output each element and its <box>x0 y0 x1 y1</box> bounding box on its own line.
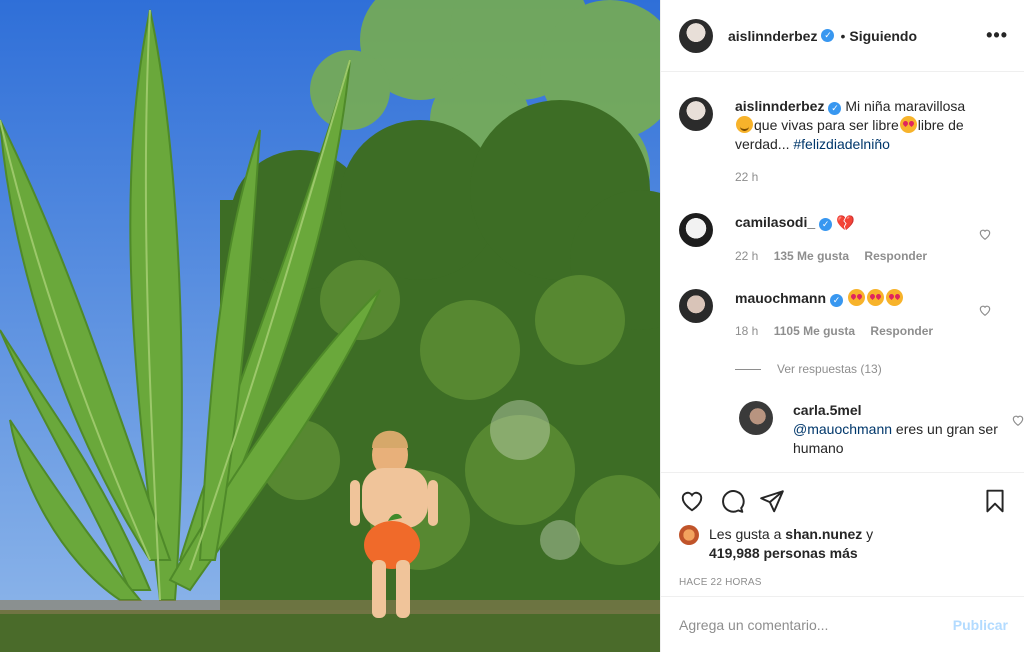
likes-count[interactable]: 419,988 personas más <box>709 545 858 561</box>
caption-text-2: que vivas para ser libre <box>754 117 899 133</box>
reply-button[interactable]: Responder <box>870 324 933 338</box>
more-horizontal-icon[interactable]: ••• <box>986 25 1008 46</box>
header-text: aislinnderbez ✓ • Siguiendo <box>728 28 917 44</box>
post-header: aislinnderbez ✓ • Siguiendo ••• <box>661 0 1024 72</box>
heart-eyes-emoji-icon <box>847 289 865 306</box>
view-replies-button[interactable]: Ver respuestas (13) <box>735 362 882 376</box>
heart-icon[interactable] <box>679 488 705 514</box>
replies-divider-line <box>735 368 761 370</box>
publish-button[interactable]: Publicar <box>953 617 1008 633</box>
smiling-face-emoji-icon <box>736 116 753 133</box>
caption: aislinnderbez ✓ Mi niña maravillosa que v… <box>679 97 1008 184</box>
caption-author-avatar[interactable] <box>679 97 713 131</box>
likes-conj: y <box>862 526 874 542</box>
commenter-avatar[interactable] <box>679 213 713 247</box>
bookmark-icon[interactable] <box>982 488 1008 514</box>
likes-summary: Les gusta a shan.nunez y 419,988 persona… <box>679 525 1008 563</box>
reply-author-avatar[interactable] <box>739 401 773 435</box>
post-photo[interactable] <box>0 0 660 652</box>
mention-link[interactable]: @mauochmann <box>793 421 892 437</box>
caption-time[interactable]: 22 h <box>735 170 758 184</box>
liker-username[interactable]: shan.nunez <box>785 526 862 542</box>
verified-badge-icon: ✓ <box>830 294 844 307</box>
post-sidebar: aislinnderbez ✓ • Siguiendo ••• aislinnd… <box>660 0 1024 652</box>
commenter-avatar[interactable] <box>679 289 713 323</box>
like-comment-heart-icon[interactable] <box>978 303 992 317</box>
following-button[interactable]: Siguiendo <box>849 28 917 44</box>
likes-prefix: Les gusta a <box>709 526 786 542</box>
separator-dot: • <box>840 27 846 44</box>
comment-likes[interactable]: 135 Me gusta <box>774 249 849 263</box>
comments-list[interactable]: aislinnderbez ✓ Mi niña maravillosa que v… <box>661 73 1024 471</box>
reply-button[interactable]: Responder <box>864 249 927 263</box>
garden-photo-illustration <box>0 0 660 652</box>
heart-eyes-emoji-icon <box>899 116 917 133</box>
comment-meta: 18 h 1105 Me gusta Responder <box>735 324 1008 338</box>
like-reply-heart-icon[interactable] <box>1011 413 1024 427</box>
caption-body: aislinnderbez ✓ Mi niña maravillosa que v… <box>735 97 1008 154</box>
comment-likes[interactable]: 1105 Me gusta <box>774 324 855 338</box>
verified-badge-icon: ✓ <box>819 218 833 231</box>
comment-time[interactable]: 18 h <box>735 324 758 338</box>
broken-heart-emoji-icon: 💔 <box>836 215 855 232</box>
comment-icon[interactable] <box>719 488 745 514</box>
comment-item: camilasodi_ ✓ 💔 22 h 135 Me gusta Respond… <box>679 213 1008 263</box>
caption-meta: 22 h <box>735 170 1008 184</box>
instagram-post-view: aislinnderbez ✓ • Siguiendo ••• aislinnd… <box>0 0 1024 652</box>
reply-item: carla.5mel @mauochmann eres un gran ser … <box>739 401 1024 458</box>
comment-author[interactable]: camilasodi_ <box>735 214 815 230</box>
verified-badge-icon: ✓ <box>828 102 842 115</box>
caption-author[interactable]: aislinnderbez <box>735 98 824 114</box>
verified-badge-icon: ✓ <box>821 29 835 42</box>
author-avatar[interactable] <box>679 18 713 53</box>
reply-author[interactable]: carla.5mel <box>793 402 862 418</box>
comment-body: camilasodi_ ✓ 💔 <box>735 213 1008 233</box>
author-username[interactable]: aislinnderbez <box>728 28 817 44</box>
comment-item: mauochmann ✓ 18 h 1105 Me gusta Responder <box>679 289 1008 338</box>
heart-eyes-emoji-icon <box>866 289 884 306</box>
caption-text-1: Mi niña maravillosa <box>845 98 966 114</box>
liker-avatar[interactable] <box>679 525 699 545</box>
reply-body: carla.5mel @mauochmann eres un gran ser … <box>793 401 1009 458</box>
comment-time[interactable]: 22 h <box>735 249 758 263</box>
likes-text: Les gusta a shan.nunez y 419,988 persona… <box>709 525 873 563</box>
post-timestamp[interactable]: HACE 22 HORAS <box>679 577 1008 588</box>
comment-author[interactable]: mauochmann <box>735 290 826 306</box>
comment-body: mauochmann ✓ <box>735 289 1008 308</box>
like-comment-heart-icon[interactable] <box>978 227 992 241</box>
hashtag-link[interactable]: #felizdiadelniño <box>793 136 890 152</box>
heart-eyes-emoji-icon <box>885 289 903 306</box>
send-icon[interactable] <box>759 488 785 514</box>
post-actions: Les gusta a shan.nunez y 419,988 persona… <box>661 472 1024 588</box>
comment-meta: 22 h 135 Me gusta Responder <box>735 249 1008 263</box>
comment-input[interactable] <box>679 616 953 633</box>
action-icons-row <box>679 487 1008 515</box>
add-comment-bar: Publicar <box>661 596 1024 652</box>
view-replies-label: Ver respuestas (13) <box>777 362 882 376</box>
